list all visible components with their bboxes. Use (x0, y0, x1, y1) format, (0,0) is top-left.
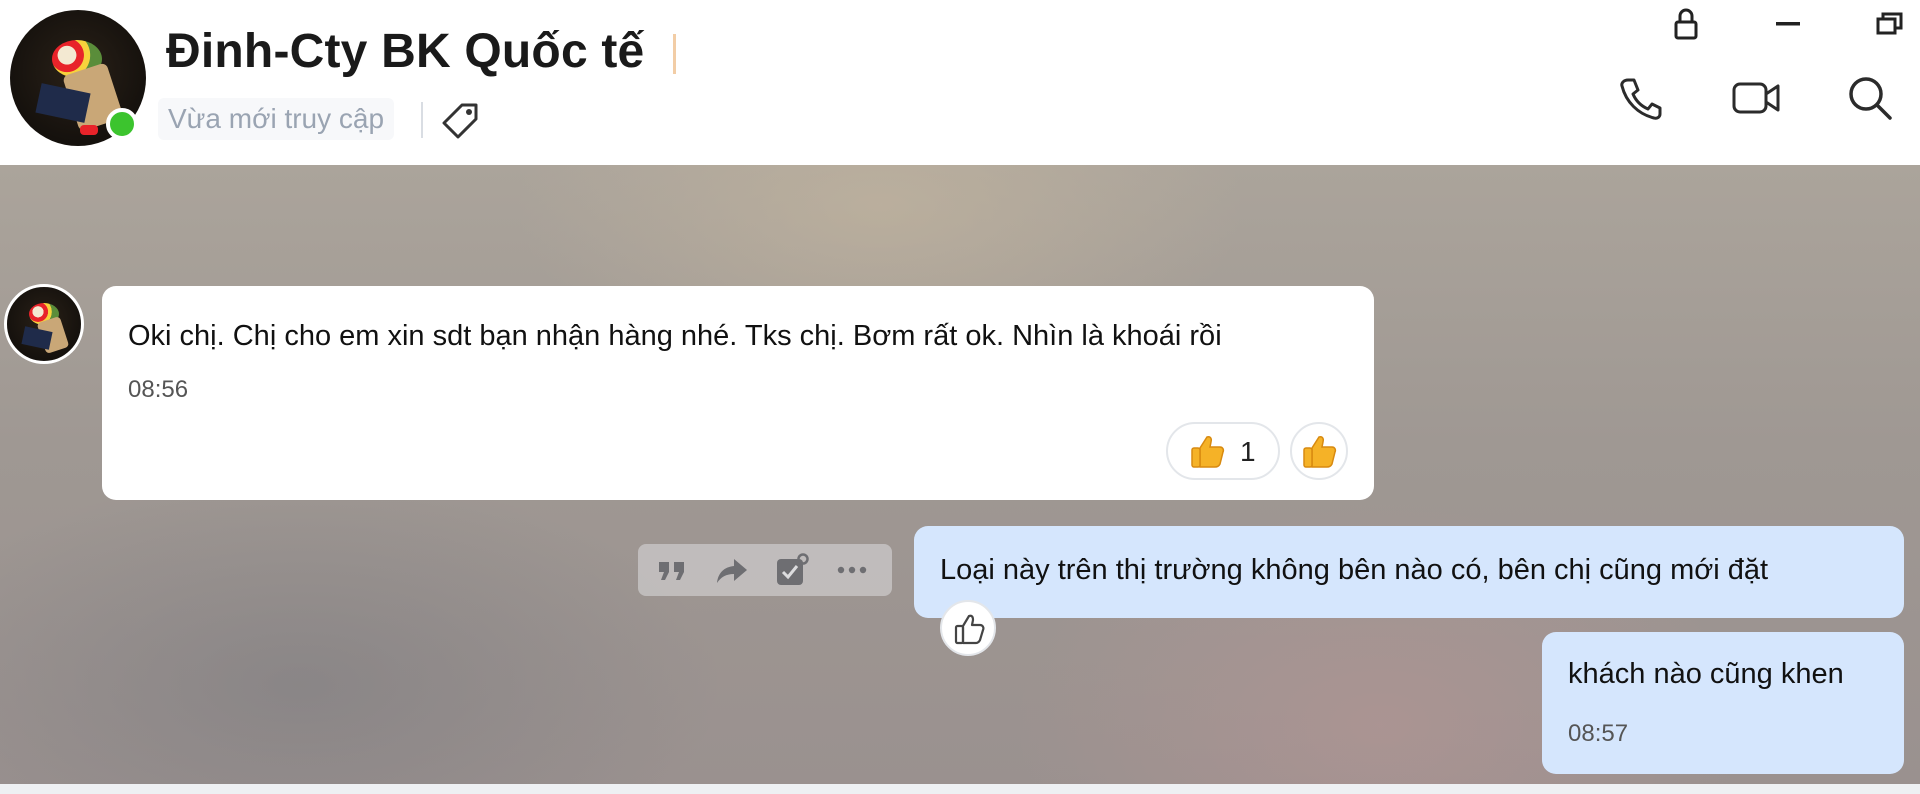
outgoing-message[interactable]: Loại này trên thị trường không bên nào c… (914, 526, 1904, 618)
contact-name[interactable]: Đinh-Cty BK Quốc tế (166, 24, 644, 79)
chat-header: Đinh-Cty BK Quốc tế Vừa mới truy cập (0, 0, 1920, 165)
search-icon[interactable] (1844, 72, 1896, 124)
message-time: 08:57 (1568, 720, 1629, 747)
message-time: 08:56 (128, 376, 189, 403)
outgoing-message[interactable]: khách nào cũng khen 08:57 (1542, 632, 1904, 774)
message-action-bar (638, 544, 892, 596)
restore-icon[interactable] (1870, 4, 1910, 44)
tag-icon[interactable] (440, 100, 482, 142)
video-icon[interactable] (1730, 72, 1782, 124)
message-text: Loại này trên thị trường không bên nào c… (940, 554, 1769, 586)
sender-avatar[interactable] (4, 284, 84, 364)
reaction-summary[interactable]: 1 (1166, 422, 1280, 480)
message-text: Oki chị. Chị cho em xin sdt bạn nhận hàn… (128, 320, 1222, 352)
text-caret (673, 34, 676, 74)
more-icon[interactable] (834, 552, 870, 588)
reaction-count: 1 (1240, 436, 1256, 467)
thumbs-up-icon (1303, 436, 1337, 468)
online-status-dot (106, 108, 138, 140)
like-button[interactable] (940, 600, 996, 656)
todo-icon[interactable] (774, 552, 810, 588)
thumbs-up-outline-icon (954, 614, 985, 645)
lock-icon[interactable] (1666, 4, 1706, 44)
thumbs-up-icon (1191, 436, 1225, 468)
incoming-message[interactable]: Oki chị. Chị cho em xin sdt bạn nhận hàn… (102, 286, 1374, 500)
divider (421, 102, 423, 138)
phone-icon[interactable] (1614, 72, 1666, 124)
quote-icon[interactable] (654, 552, 690, 588)
message-text: khách nào cũng khen (1568, 658, 1844, 690)
composer-edge (0, 784, 1920, 794)
minimize-icon[interactable] (1768, 4, 1808, 44)
add-reaction-button[interactable] (1290, 422, 1348, 480)
last-seen-status: Vừa mới truy cập (158, 98, 395, 140)
forward-icon[interactable] (714, 552, 750, 588)
